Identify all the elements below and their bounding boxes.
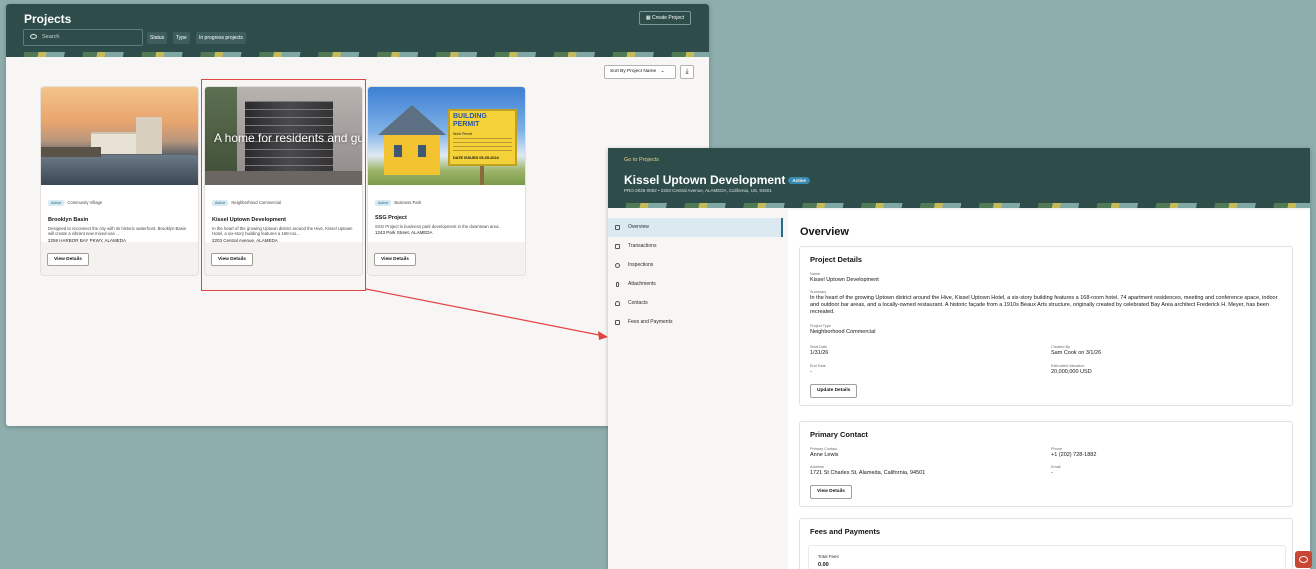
view-contact-details-button[interactable]: View Details [810,485,852,499]
nav-attachments[interactable]: Attachments [608,275,783,294]
nav-fees-payments[interactable]: Fees and Payments [608,313,783,332]
receipt-icon [615,320,620,325]
field-label: Name [810,272,821,276]
field-label: Summary [810,290,827,294]
project-details-section: Project Details Name Kissel Uptown Devel… [799,246,1293,406]
detail-nav: Overview Transactions Inspections Attach… [608,218,783,332]
field-label: Estimated Valuation [1051,364,1085,368]
overview-panel: Overview Project Details Name Kissel Upt… [788,210,1310,569]
field-label: Email [1051,465,1061,469]
project-name-value: Kissel Uptown Development [810,277,879,283]
detail-header: Go to Projects Kissel Uptown Development… [608,148,1310,208]
field-label: Primary Contact [810,447,838,451]
field-label: Total Fees [818,554,839,559]
email-value: - [1051,470,1053,476]
chat-assistant-button[interactable] [1295,551,1312,568]
nav-label: Transactions [628,243,657,249]
summary-value: In the heart of the growing Uptown distr… [810,295,1278,315]
nav-label: Attachments [628,281,656,287]
nav-inspections[interactable]: Inspections [608,256,783,275]
nav-label: Overview [628,224,649,230]
overview-heading: Overview [800,226,849,238]
nav-overview[interactable]: Overview [608,218,783,237]
section-title: Primary Contact [810,430,868,439]
created-by-value: Sam Cook on 3/1/26 [1051,350,1102,356]
project-title-row: Kissel Uptown Development Active [624,173,810,187]
section-title: Fees and Payments [810,527,881,536]
section-title: Project Details [810,255,863,264]
document-icon [615,244,620,249]
nav-contacts[interactable]: Contacts [608,294,783,313]
fees-payments-section: Fees and Payments Total Fees 0.00 [799,518,1293,569]
nav-label: Contacts [628,300,648,306]
decorative-band [608,203,1310,208]
end-date-value: - [810,369,812,375]
start-date-value: 1/31/26 [810,350,829,356]
field-label: Phone [1051,447,1062,451]
inspection-icon [615,263,620,268]
nav-label: Fees and Payments [628,319,673,325]
nav-transactions[interactable]: Transactions [608,237,783,256]
go-to-projects-link[interactable]: Go to Projects [624,157,659,163]
status-badge: Active [788,177,810,185]
field-label: End Date [810,364,826,368]
contact-name-value: Anne Lewis [810,452,839,458]
primary-contact-section: Primary Contact Primary Contact Anne Lew… [799,421,1293,507]
total-fees-value: 0.00 [818,562,829,568]
paperclip-icon [616,282,619,287]
address-value: 1721 St Charles St, Alameda, California,… [810,470,926,476]
phone-value: +1 (202) 728-1882 [1051,452,1097,458]
total-fees-card: Total Fees 0.00 [808,545,1286,569]
field-label: Created By [1051,345,1070,349]
field-label: Start Date [810,345,828,349]
project-type-value: Neighborhood Commercial [810,329,876,335]
project-subtitle: PRO-2026-0002 • 2203 Central Avenue, ALA… [624,188,772,193]
nav-label: Inspections [628,262,654,268]
person-icon [615,301,620,306]
project-detail-window: Go to Projects Kissel Uptown Development… [608,148,1310,569]
update-details-button[interactable]: Update Details [810,384,858,398]
project-title: Kissel Uptown Development [624,173,786,187]
valuation-value: 20,000,000 USD [1051,369,1092,375]
field-label: Address [810,465,824,469]
overview-icon [615,225,620,230]
field-label: Project Type [810,324,832,328]
